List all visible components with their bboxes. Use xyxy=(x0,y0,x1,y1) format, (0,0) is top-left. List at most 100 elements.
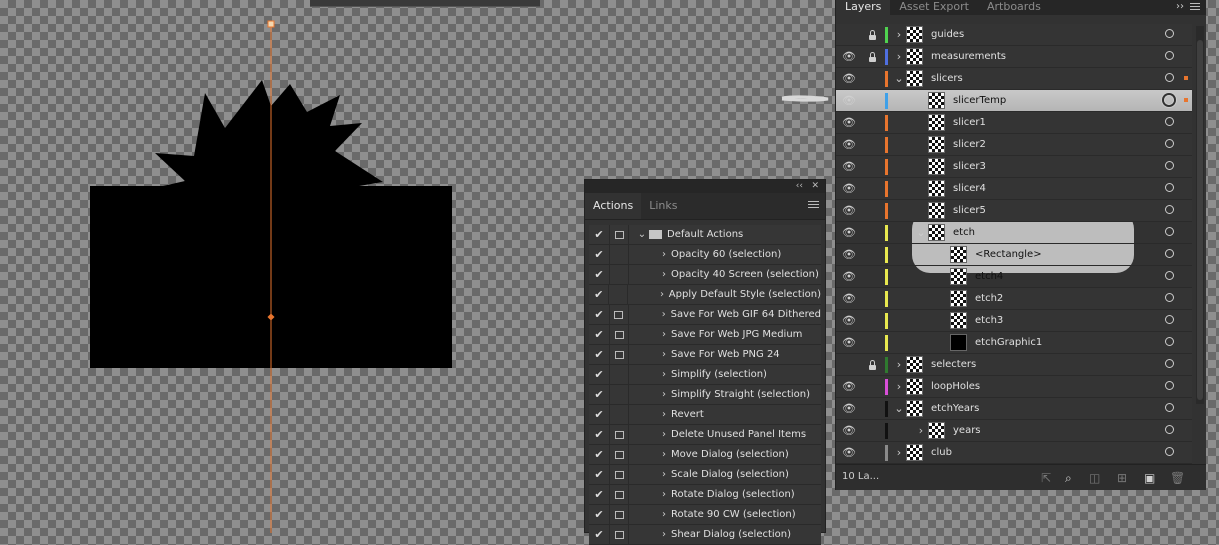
eye-icon[interactable]: 👁 xyxy=(836,248,862,261)
tab-artboards[interactable]: Artboards xyxy=(978,0,1050,15)
clipping-mask-icon[interactable]: ◫ xyxy=(1089,471,1100,485)
layer-name[interactable]: etch2 xyxy=(975,293,1003,304)
chevron-right-icon[interactable]: › xyxy=(657,529,671,540)
checkmark-icon[interactable]: ✔ xyxy=(589,388,609,401)
layer-row[interactable]: 👁 slicerTemp xyxy=(836,90,1192,112)
eye-icon[interactable]: 👁 xyxy=(836,424,862,437)
export-icon[interactable]: ⇱ xyxy=(1041,471,1051,485)
lock-toggle[interactable] xyxy=(862,358,882,371)
layer-row[interactable]: 👁 ⌄ slicers xyxy=(836,68,1192,90)
chevron-down-icon[interactable]: ⌄ xyxy=(635,229,649,240)
layer-row[interactable]: 👁 etch2 xyxy=(836,288,1192,310)
chevron-right-icon[interactable]: › xyxy=(892,380,906,393)
layer-row[interactable]: 👁 slicer5 xyxy=(836,200,1192,222)
dialog-toggle[interactable] xyxy=(608,285,628,304)
target-icon[interactable] xyxy=(1165,249,1174,258)
action-item[interactable]: ✔ › Delete Unused Panel Items xyxy=(589,425,821,445)
chevron-down-icon[interactable]: ⌄ xyxy=(914,226,928,239)
checkmark-icon[interactable]: ✔ xyxy=(589,248,609,261)
layer-row[interactable]: 👁 ⌄ etch xyxy=(836,222,1192,244)
target-icon[interactable] xyxy=(1165,117,1174,126)
layer-row[interactable]: 👁 slicer4 xyxy=(836,178,1192,200)
dialog-toggle[interactable] xyxy=(609,505,629,524)
layer-name[interactable]: club xyxy=(931,447,952,458)
close-icon[interactable]: ✕ xyxy=(811,180,819,193)
chevron-down-icon[interactable]: ⌄ xyxy=(892,402,906,415)
eye-icon[interactable]: 👁 xyxy=(836,314,862,327)
selection-indicator[interactable] xyxy=(1184,76,1188,80)
eye-icon[interactable]: 👁 xyxy=(836,204,862,217)
search-icon[interactable]: ⌕ xyxy=(1065,471,1072,486)
dialog-toggle[interactable] xyxy=(609,225,629,244)
layer-name[interactable]: slicer4 xyxy=(953,183,986,194)
layer-row[interactable]: 👁 › measurements xyxy=(836,46,1192,68)
layer-name[interactable]: loopHoles xyxy=(931,381,980,392)
layer-row[interactable]: 👁 etchGraphic1 xyxy=(836,332,1192,354)
chevron-right-icon[interactable]: › xyxy=(657,429,671,440)
eye-icon[interactable]: 👁 xyxy=(836,226,862,239)
target-icon[interactable] xyxy=(1165,359,1174,368)
action-item[interactable]: ✔ › Save For Web JPG Medium xyxy=(589,325,821,345)
eye-icon[interactable]: 👁 xyxy=(836,94,862,107)
chevron-right-icon[interactable]: › xyxy=(657,449,671,460)
target-icon[interactable] xyxy=(1165,425,1174,434)
target-icon[interactable] xyxy=(1165,403,1174,412)
chevron-right-icon[interactable]: › xyxy=(657,409,671,420)
panel-menu-icon[interactable] xyxy=(1190,1,1200,12)
chevron-right-icon[interactable]: › xyxy=(657,369,671,380)
action-item[interactable]: ✔ › Rotate 90 CW (selection) xyxy=(589,505,821,525)
eye-icon[interactable]: 👁 xyxy=(836,292,862,305)
layer-name[interactable]: etch3 xyxy=(975,315,1003,326)
dialog-toggle[interactable] xyxy=(609,525,629,544)
layer-row[interactable]: 👁 › loopHoles xyxy=(836,376,1192,398)
chevron-right-icon[interactable]: › xyxy=(657,469,671,480)
layer-name[interactable]: measurements xyxy=(931,51,1006,62)
chevron-right-icon[interactable]: › xyxy=(892,446,906,459)
dialog-toggle[interactable] xyxy=(609,365,629,384)
eye-icon[interactable]: 👁 xyxy=(836,160,862,173)
layer-row[interactable]: › guides xyxy=(836,24,1192,46)
checkmark-icon[interactable]: ✔ xyxy=(589,408,609,421)
delete-icon[interactable]: 🗑 xyxy=(1170,471,1185,485)
action-item[interactable]: ✔ › Rotate Dialog (selection) xyxy=(589,485,821,505)
checkmark-icon[interactable]: ✔ xyxy=(589,288,608,301)
new-layer-icon[interactable]: ▣ xyxy=(1144,471,1155,485)
action-item[interactable]: ✔ › Scale Dialog (selection) xyxy=(589,465,821,485)
checkmark-icon[interactable]: ✔ xyxy=(589,268,609,281)
action-item[interactable]: ✔ › Opacity 60 (selection) xyxy=(589,245,821,265)
dialog-toggle[interactable] xyxy=(609,445,629,464)
target-icon[interactable] xyxy=(1165,381,1174,390)
dialog-toggle[interactable] xyxy=(609,265,629,284)
checkmark-icon[interactable]: ✔ xyxy=(589,428,609,441)
chevron-right-icon[interactable]: › xyxy=(657,249,671,260)
layer-name[interactable]: etch4 xyxy=(975,271,1003,282)
chevron-right-icon[interactable]: › xyxy=(655,289,669,300)
panel-menu-icon[interactable] xyxy=(808,199,819,210)
target-icon[interactable] xyxy=(1165,73,1174,82)
eye-icon[interactable]: 👁 xyxy=(836,270,862,283)
target-icon[interactable] xyxy=(1165,447,1174,456)
action-item[interactable]: ✔ › Simplify Straight (selection) xyxy=(589,385,821,405)
checkmark-icon[interactable]: ✔ xyxy=(589,368,609,381)
layer-row[interactable]: 👁 › years xyxy=(836,420,1192,442)
eye-icon[interactable]: 👁 xyxy=(836,380,862,393)
target-icon[interactable] xyxy=(1165,337,1174,346)
target-icon[interactable] xyxy=(1165,205,1174,214)
layer-name[interactable]: slicer2 xyxy=(953,139,986,150)
chevron-right-icon[interactable]: › xyxy=(657,269,671,280)
dialog-toggle[interactable] xyxy=(608,305,629,324)
target-icon[interactable] xyxy=(1165,315,1174,324)
checkmark-icon[interactable]: ✔ xyxy=(589,528,609,541)
dialog-toggle[interactable] xyxy=(609,465,629,484)
eye-icon[interactable]: 👁 xyxy=(836,446,862,459)
tab-asset-export[interactable]: Asset Export xyxy=(890,0,978,15)
layer-name[interactable]: slicerTemp xyxy=(953,95,1006,106)
layer-name[interactable]: slicers xyxy=(931,73,963,84)
checkmark-icon[interactable]: ✔ xyxy=(589,468,609,481)
layer-row[interactable]: 👁 ⌄ etchYears xyxy=(836,398,1192,420)
chevron-right-icon[interactable]: › xyxy=(892,28,906,41)
layers-scrollbar[interactable] xyxy=(1196,26,1204,404)
action-item[interactable]: ✔ › Move Dialog (selection) xyxy=(589,445,821,465)
dialog-toggle[interactable] xyxy=(609,405,629,424)
layer-name[interactable]: selecters xyxy=(931,359,976,370)
